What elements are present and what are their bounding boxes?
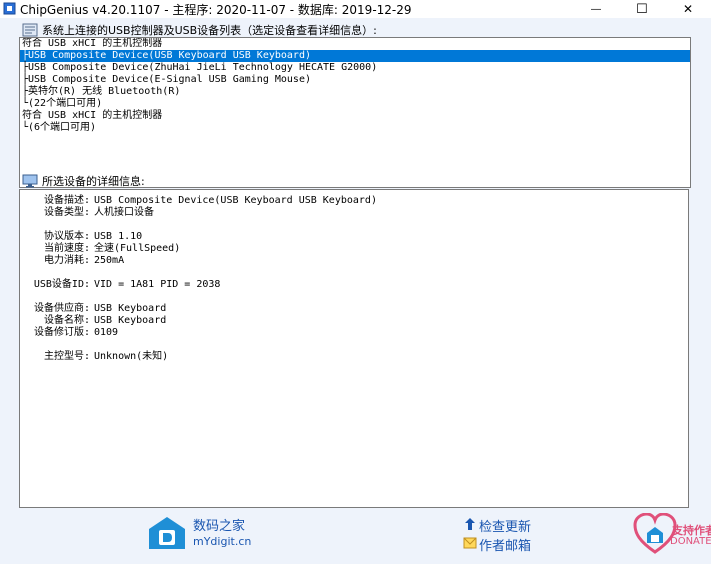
detail-value: 人机接口设备: [94, 207, 154, 218]
maximize-button[interactable]: ☐: [619, 0, 665, 18]
detail-value: USB 1.10: [94, 231, 143, 242]
heart-icon[interactable]: [633, 513, 677, 555]
detail-row: 主控型号: Unknown(未知): [20, 351, 688, 363]
detail-key: 设备供应商:: [33, 303, 90, 314]
detail-row: 设备供应商: USB Keyboard: [20, 303, 688, 315]
detail-value: 0109: [94, 327, 119, 338]
close-button[interactable]: ✕: [665, 0, 711, 18]
detail-row: 设备名称: USB Keyboard: [20, 315, 688, 327]
device-tree-item[interactable]: └(22个端口可用): [20, 98, 690, 110]
detail-value: [90, 267, 94, 279]
detail-row: 设备描述: USB Composite Device(USB Keyboard U…: [20, 195, 688, 207]
usb-list-icon: [22, 23, 38, 37]
minimize-icon: —: [591, 3, 601, 15]
donate-link[interactable]: DONATE: [670, 536, 711, 547]
detail-key: 主控型号:: [43, 351, 90, 362]
detail-key: 设备描述:: [43, 195, 90, 206]
detail-row: 设备类型: 人机接口设备: [20, 207, 688, 219]
detail-key: 设备类型:: [43, 207, 90, 218]
detail-key: 设备名称:: [43, 315, 90, 326]
detail-key: [20, 291, 90, 303]
device-tree-item[interactable]: ├USB Composite Device(USB Keyboard USB K…: [20, 50, 690, 62]
device-tree-item[interactable]: ├英特尔(R) 无线 Bluetooth(R): [20, 86, 690, 98]
detail-key: [20, 339, 90, 351]
detail-value: USB Keyboard: [94, 303, 167, 314]
minimize-button[interactable]: —: [573, 0, 619, 18]
device-tree-item[interactable]: ├USB Composite Device(E-Signal USB Gamin…: [20, 74, 690, 86]
detail-key: 设备修订版:: [33, 327, 90, 338]
device-tree-item[interactable]: 符合 USB xHCI 的主机控制器: [20, 110, 690, 122]
detail-row: [20, 267, 688, 279]
device-details[interactable]: 设备描述: USB Composite Device(USB Keyboard U…: [19, 189, 689, 508]
detail-key: [20, 267, 90, 279]
close-icon: ✕: [682, 2, 694, 16]
main-window: 系统上连接的USB控制器及USB设备列表（选定设备查看详细信息）: 符合 USB…: [0, 18, 711, 564]
maximize-icon: ☐: [636, 1, 648, 16]
check-update-link[interactable]: 检查更新: [479, 516, 531, 535]
detail-value: USB Composite Device(USB Keyboard USB Ke…: [94, 195, 377, 206]
detail-row: [20, 339, 688, 351]
email-icon: [463, 537, 477, 549]
update-arrow-icon: [465, 518, 475, 530]
detail-row: 当前速度: 全速(FullSpeed): [20, 243, 688, 255]
author-email-link[interactable]: 作者邮箱: [479, 535, 531, 554]
detail-value: 全速(FullSpeed): [94, 243, 181, 254]
detail-value: Unknown(未知): [94, 351, 169, 362]
detail-value: 250mA: [94, 255, 125, 266]
detail-key: USB设备ID:: [33, 279, 90, 290]
device-list-label: 系统上连接的USB控制器及USB设备列表（选定设备查看详细信息）:: [42, 24, 377, 37]
detail-row: USB设备ID: VID = 1A81 PID = 2038: [20, 279, 688, 291]
window-title: ChipGenius v4.20.1107 - 主程序: 2020-11-07 …: [20, 3, 412, 17]
detail-value: [90, 339, 94, 351]
app-icon: [3, 2, 16, 15]
detail-row: 设备修订版: 0109: [20, 327, 688, 339]
detail-value: [90, 291, 94, 303]
device-list-header: 系统上连接的USB控制器及USB设备列表（选定设备查看详细信息）:: [22, 22, 377, 38]
mydigit-site-url[interactable]: mYdigit.cn: [193, 535, 251, 548]
mydigit-site-name[interactable]: 数码之家: [193, 515, 245, 534]
detail-row: [20, 291, 688, 303]
detail-key: 当前速度:: [43, 243, 90, 254]
detail-row: [20, 219, 688, 231]
details-header: 所选设备的详细信息:: [22, 173, 145, 189]
detail-row: 协议版本: USB 1.10: [20, 231, 688, 243]
monitor-icon: [22, 174, 38, 188]
detail-row: 电力消耗: 250mA: [20, 255, 688, 267]
detail-value: VID = 1A81 PID = 2038: [94, 279, 221, 290]
device-tree-item[interactable]: └(6个端口可用): [20, 122, 690, 134]
detail-key: 电力消耗:: [43, 255, 90, 266]
detail-value: USB Keyboard: [94, 315, 167, 326]
device-tree-item[interactable]: ├USB Composite Device(ZhuHai JieLi Techn…: [20, 62, 690, 74]
mydigit-logo-icon[interactable]: [147, 515, 187, 551]
details-label: 所选设备的详细信息:: [42, 175, 145, 188]
device-tree-item[interactable]: 符合 USB xHCI 的主机控制器: [20, 38, 690, 50]
detail-value: [90, 219, 94, 231]
device-tree[interactable]: 符合 USB xHCI 的主机控制器 ├USB Composite Device(…: [19, 37, 691, 188]
detail-key: 协议版本:: [43, 231, 90, 242]
detail-key: [20, 219, 90, 231]
title-bar: ChipGenius v4.20.1107 - 主程序: 2020-11-07 …: [0, 0, 711, 18]
